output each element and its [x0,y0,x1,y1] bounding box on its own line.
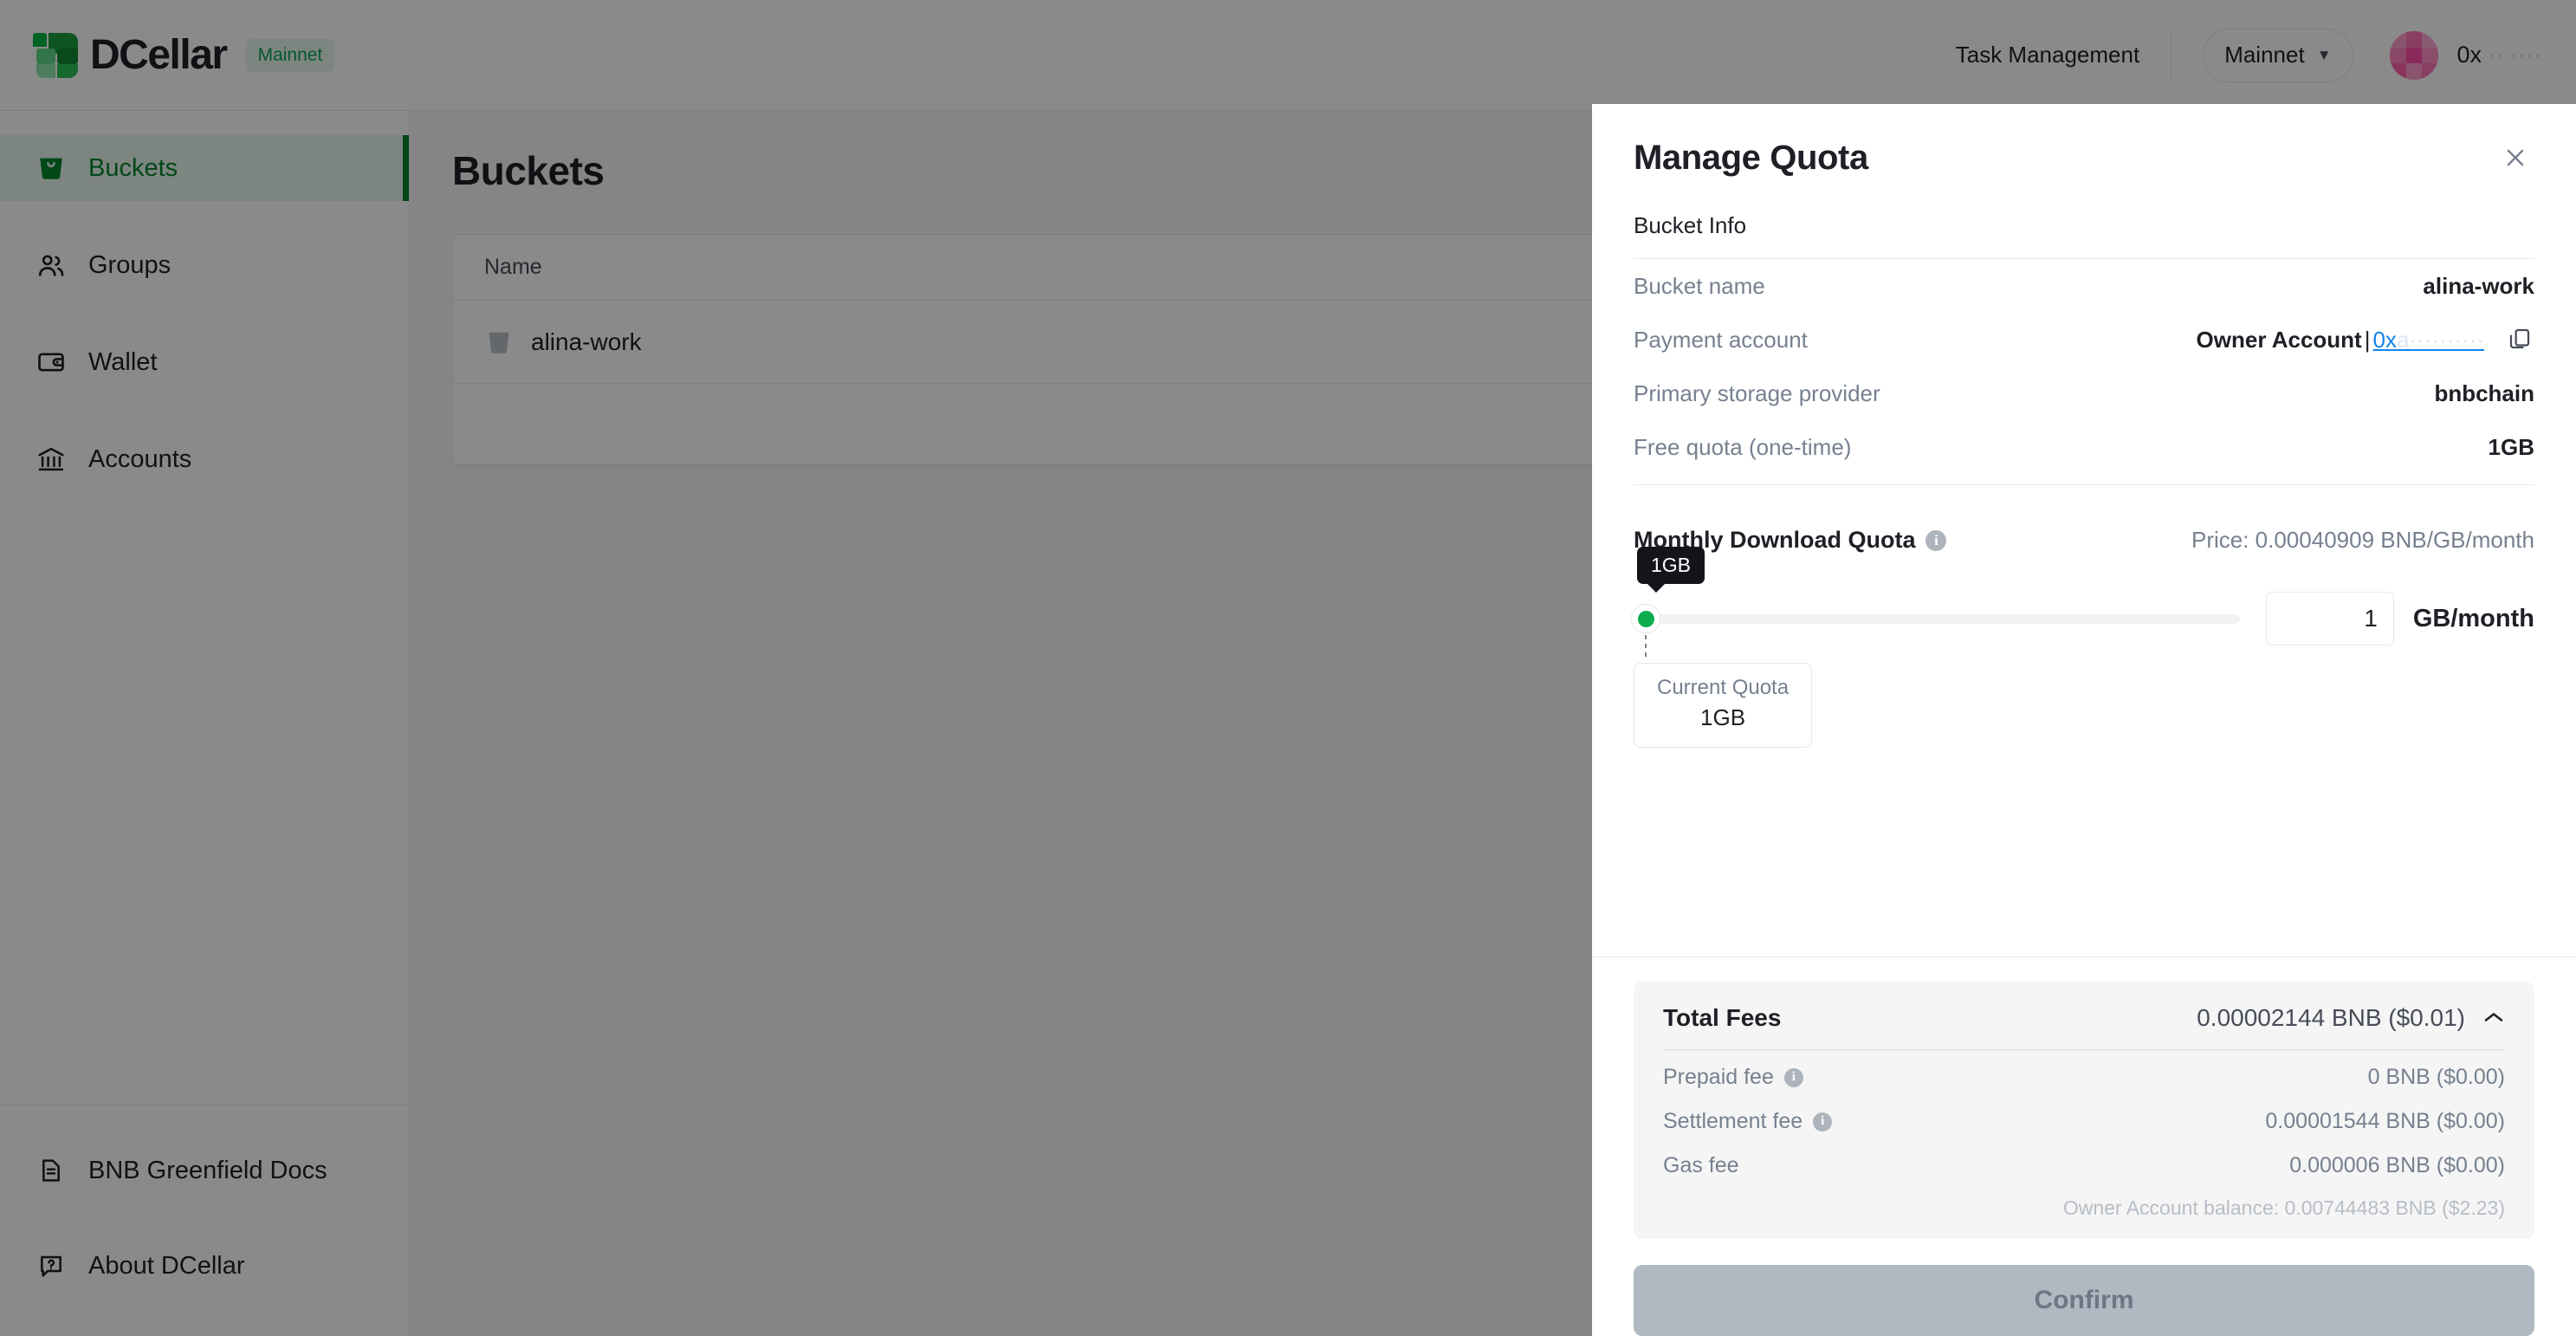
fee-value: 0.00001544 BNB ($0.00) [2265,1109,2505,1133]
account-balance-note: Owner Account balance: 0.00744483 BNB ($… [2062,1197,2505,1219]
total-fees-label: Total Fees [1663,1004,1782,1031]
divider [1663,1049,2505,1050]
slider-thumb[interactable] [1631,604,1660,633]
total-fees-value: 0.00002144 BNB ($0.01) [2197,1004,2465,1031]
info-row-payment-account: Payment account Owner Account | 0xa·····… [1634,313,2534,366]
quota-unit-label: GB/month [2412,604,2534,632]
info-icon[interactable]: i [1783,1067,1803,1087]
total-fees-header[interactable]: Total Fees 0.00002144 BNB ($0.01) [1663,1004,2505,1032]
current-quota-label: Current Quota [1657,676,1790,699]
fee-row-prepaid: Prepaid fee i 0 BNB ($0.00) [1663,1055,2505,1099]
separator: | [2364,326,2371,353]
quota-slider[interactable]: 1GB Current Quota 1GB [1631,547,2240,748]
chevron-up-icon[interactable] [2482,1008,2505,1028]
info-row-bucket-name: Bucket name alina-work [1634,259,2534,313]
divider [1634,484,2534,485]
manage-quota-drawer: Manage Quota Bucket Info Bucket name ali… [1592,104,2576,1336]
quota-slider-row: 1GB Current Quota 1GB GB/month [1631,547,2534,748]
drawer-footer: Total Fees 0.00002144 BNB ($0.01) Prepai… [1592,957,2576,1336]
info-value: bnbchain [2434,379,2534,406]
payment-account-value: Owner Account | 0xa·········· [2197,326,2534,353]
total-fees-card: Total Fees 0.00002144 BNB ($0.01) Prepai… [1634,982,2534,1239]
fee-row-gas: Gas fee 0.000006 BNB ($0.00) [1663,1144,2505,1188]
quota-input[interactable] [2265,592,2394,645]
quota-slider-area: 1GB Current Quota 1GB GB/month [1631,547,2534,748]
info-icon[interactable]: i [1813,1112,1833,1132]
current-quota-card: Current Quota 1GB [1634,663,1813,748]
current-quota-connector [1645,635,1647,661]
owner-account-label: Owner Account [2196,326,2362,353]
info-row-free-quota: Free quota (one-time) 1GB [1634,420,2534,474]
info-key: Payment account [1634,326,1808,353]
fee-value: 0.000006 BNB ($0.00) [2289,1153,2505,1177]
slider-track [1634,614,2240,624]
fee-label: Settlement fee [1663,1109,1803,1133]
confirm-button[interactable]: Confirm [1634,1265,2534,1336]
info-key: Free quota (one-time) [1634,433,1852,460]
payment-account-address-link[interactable]: 0xa·········· [2372,327,2484,353]
quota-price-note: Price: 0.00040909 BNB/GB/month [2191,527,2534,553]
info-row-storage-provider: Primary storage provider bnbchain [1634,366,2534,420]
address-masked: a·········· [2396,326,2484,353]
info-value: alina-work [2423,272,2534,299]
info-value: 1GB [2488,433,2534,460]
info-key: Bucket name [1634,272,1765,299]
app-root: DCellar Mainnet Task Management Mainnet … [0,0,2576,1336]
copy-icon[interactable] [2507,326,2534,353]
fee-row-settlement: Settlement fee i 0.00001544 BNB ($0.00) [1663,1099,2505,1144]
drawer-body: Bucket Info Bucket name alina-work Payme… [1592,178,2576,957]
fee-value: 0 BNB ($0.00) [2367,1065,2505,1089]
current-quota-value: 1GB [1700,704,1746,730]
info-icon[interactable]: i [1926,529,1947,551]
bucket-info-label: Bucket Info [1634,212,1747,238]
address-prefix: 0x [2372,326,2397,353]
fee-label: Prepaid fee [1663,1065,1774,1089]
close-icon[interactable] [2496,139,2534,177]
fee-label: Gas fee [1663,1153,1739,1177]
quota-header: Monthly Download Quota i Price: 0.000409… [1634,527,2534,554]
info-key: Primary storage provider [1634,379,1880,406]
drawer-title: Manage Quota [1634,139,1868,177]
drawer-header: Manage Quota [1592,104,2576,178]
slider-tooltip: 1GB [1637,547,1705,593]
